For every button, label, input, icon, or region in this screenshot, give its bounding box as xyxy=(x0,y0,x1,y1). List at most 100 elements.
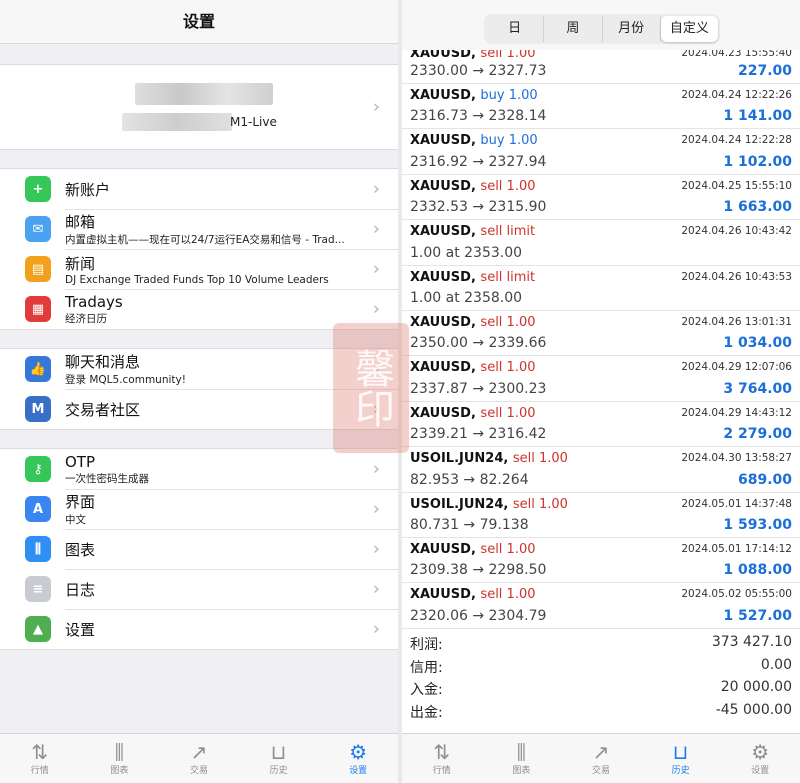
deal-prices: 2330.00 → 2327.73 xyxy=(410,63,547,79)
deal-symbol: USOIL.JUN24, sell 1.00 xyxy=(410,451,568,466)
deal-time: 2024.04.29 14:43:12 xyxy=(681,406,792,419)
deal-side: sell 1.00 xyxy=(480,178,536,194)
deal-symbol-name: XAUUSD, xyxy=(410,360,481,376)
settings-group-accounts: + 新账户 › ✉ 邮箱 内置虚拟主机——现在可以24/7运行EA交易和信号 - Trad… xyxy=(0,168,398,330)
deal-row[interactable]: XAUUSD, sell 1.00 2024.04.25 15:55:10 2332… xyxy=(402,175,800,221)
deal-side: buy 1.00 xyxy=(480,88,538,103)
summary-row: 利润: 373 427.10 xyxy=(402,632,800,655)
deal-row[interactable]: XAUUSD, sell limit 2024.04.26 10:43:42 1.0… xyxy=(402,220,800,266)
tab-gear[interactable]: ⚙ 设置 xyxy=(720,734,800,783)
deal-symbol-name: XAUUSD, xyxy=(410,405,481,421)
deal-prices: 2332.53 → 2315.90 xyxy=(410,199,547,216)
tab-label: 设置 xyxy=(751,766,770,776)
segment-0[interactable]: 日 xyxy=(486,16,545,42)
deal-symbol-name: XAUUSD, xyxy=(410,541,481,557)
settings-row-title: 图表 xyxy=(65,540,96,559)
settings-row-subtitle: 内置虚拟主机——现在可以24/7运行EA交易和信号 - Trad... xyxy=(65,234,345,246)
summary-label: 利润: xyxy=(410,637,443,653)
thumbs-up-icon: 👍 xyxy=(25,356,51,382)
summary-value: 0.00 xyxy=(760,656,792,673)
quotes-icon: ⇅ xyxy=(433,740,451,764)
settings-row[interactable]: + 新账户 › xyxy=(0,169,398,209)
settings-row[interactable]: ▲ 设置 › xyxy=(0,609,398,649)
settings-row[interactable]: ▤ 新闻 DJ Exchange Traded Funds Top 10 Volum… xyxy=(0,249,398,289)
log-icon: ≡ xyxy=(25,576,51,602)
deal-prices: 2309.38 → 2298.50 xyxy=(410,562,547,579)
tab-label: 行情 xyxy=(30,766,49,776)
deal-symbol: XAUUSD, sell 1.00 xyxy=(410,179,536,194)
screenshot-root: 设置 M1-Live › + 新账户 › ✉ 邮箱 内置虚拟主机——现在可以24/7运行E… xyxy=(0,0,800,783)
history-icon: ⊔ xyxy=(270,740,287,764)
deal-row[interactable]: XAUUSD, sell 1.00 2024.04.29 14:43:12 2339… xyxy=(402,402,800,448)
chevron-right-icon: › xyxy=(372,258,380,280)
chart-icon: ⫼ xyxy=(114,740,124,764)
deal-time: 2024.04.29 12:07:06 xyxy=(681,361,792,374)
deal-side: sell 1.00 xyxy=(480,314,536,330)
deal-symbol: XAUUSD, sell limit xyxy=(410,270,535,285)
settings-row[interactable]: ⫼ 图表 › xyxy=(0,529,398,569)
deal-symbol: XAUUSD, sell 1.00 xyxy=(410,315,536,330)
deal-time: 2024.04.26 10:43:53 xyxy=(681,270,792,283)
deal-prices: 2316.73 → 2328.14 xyxy=(410,108,547,125)
history-panel: 日周月份 自定义 XAUUSD, sell 1.00 2024.04.23 15:5… xyxy=(402,0,800,783)
segment-3[interactable]: 自定义 xyxy=(660,16,718,42)
summary-value: 20 000.00 xyxy=(720,679,792,695)
deal-row[interactable]: XAUUSD, buy 1.00 2024.04.24 12:22:28 2316.… xyxy=(402,129,800,175)
segment-1[interactable]: 周 xyxy=(544,16,603,42)
candlestick-icon: ⫼ xyxy=(25,536,51,562)
segment-2[interactable]: 月份 xyxy=(603,16,661,42)
account-card[interactable]: M1-Live › xyxy=(0,64,398,150)
history-summary: 利润: 373 427.10 信用: 0.00 入金: 20 000.00 出金: -45 0… xyxy=(402,632,800,722)
chevron-right-icon: › xyxy=(372,458,380,480)
deal-profit: 1 141.00 xyxy=(723,108,792,125)
deal-prices: 2339.21 → 2316.42 xyxy=(410,426,547,443)
deal-time: 2024.05.01 14:37:48 xyxy=(681,497,792,510)
deal-time: 2024.05.01 17:14:12 xyxy=(681,542,792,555)
deal-row[interactable]: USOIL.JUN24, sell 1.00 2024.05.01 14:37:4… xyxy=(402,493,800,538)
deal-symbol: USOIL.JUN24, sell 1.00 xyxy=(410,497,568,512)
tab-label: 历史 xyxy=(269,766,288,776)
deal-prices: 2320.06 → 2304.79 xyxy=(410,607,547,624)
tab-chart[interactable]: ⫼ 图表 xyxy=(482,734,562,783)
settings-row-title: 界面 xyxy=(65,493,96,511)
news-book-icon: ▤ xyxy=(25,256,51,282)
deal-row[interactable]: XAUUSD, sell 1.00 2024.05.01 17:14:12 2309… xyxy=(402,538,800,584)
watermark-seal: 馨印 xyxy=(333,323,409,453)
settings-row[interactable]: ⚷ OTP 一次性密码生成器 › xyxy=(0,449,398,489)
tab-history[interactable]: ⊔ 历史 xyxy=(641,734,721,783)
deal-side: sell limit xyxy=(480,224,536,240)
settings-row-title: 邮箱 xyxy=(65,213,96,231)
settings-row[interactable]: A 界面 中文 › xyxy=(0,489,398,529)
tab-label: 交易 xyxy=(591,766,610,776)
chevron-right-icon: › xyxy=(372,498,380,520)
settings-row-subtitle: 经济日历 xyxy=(65,312,107,325)
tab-trade[interactable]: ↗ 交易 xyxy=(561,734,641,783)
quotes-icon: ⇅ xyxy=(31,740,49,764)
deal-row[interactable]: XAUUSD, sell 1.00 2024.04.29 12:07:06 2337… xyxy=(402,356,800,402)
tab-quotes[interactable]: ⇅ 行情 xyxy=(0,734,80,783)
trade-icon: ↗ xyxy=(592,740,610,764)
chevron-right-icon: › xyxy=(372,218,380,240)
settings-row[interactable]: ≡ 日志 › xyxy=(0,569,398,609)
deal-profit: 689.00 xyxy=(737,471,792,488)
deal-time: 2024.04.26 13:01:31 xyxy=(681,315,792,328)
settings-row[interactable]: ✉ 邮箱 内置虚拟主机——现在可以24/7运行EA交易和信号 - Trad... › xyxy=(0,209,398,249)
deal-prices: 1.00 at 2358.00 xyxy=(410,289,523,306)
deal-row[interactable]: XAUUSD, sell 1.00 2024.04.26 13:01:31 2350… xyxy=(402,311,800,357)
tab-label: 交易 xyxy=(189,766,208,776)
deal-symbol: XAUUSD, sell 1.00 xyxy=(410,360,536,375)
deal-row[interactable]: USOIL.JUN24, sell 1.00 2024.04.30 13:58:2… xyxy=(402,447,800,493)
deal-row[interactable]: XAUUSD, sell 1.00 2024.05.02 05:55:00 2320… xyxy=(402,583,800,629)
deal-time: 2024.04.24 12:22:28 xyxy=(681,134,792,147)
tab-chart[interactable]: ⫼ 图表 xyxy=(80,734,160,783)
tab-quotes[interactable]: ⇅ 行情 xyxy=(402,734,482,783)
tab-trade[interactable]: ↗ 交易 xyxy=(159,734,239,783)
settings-row-title: Tradays xyxy=(65,292,123,311)
tab-history[interactable]: ⊔ 历史 xyxy=(239,734,319,783)
settings-row-title: 新闻 xyxy=(65,254,96,273)
deal-row[interactable]: XAUUSD, buy 1.00 2024.04.24 12:22:26 2316.… xyxy=(402,84,800,130)
deal-row[interactable]: XAUUSD, sell limit 2024.04.26 10:43:53 1.0… xyxy=(402,266,800,311)
deal-side: buy 1.00 xyxy=(480,133,538,149)
deal-profit: 3 764.00 xyxy=(723,380,792,397)
tab-gear[interactable]: ⚙ 设置 xyxy=(318,734,398,783)
